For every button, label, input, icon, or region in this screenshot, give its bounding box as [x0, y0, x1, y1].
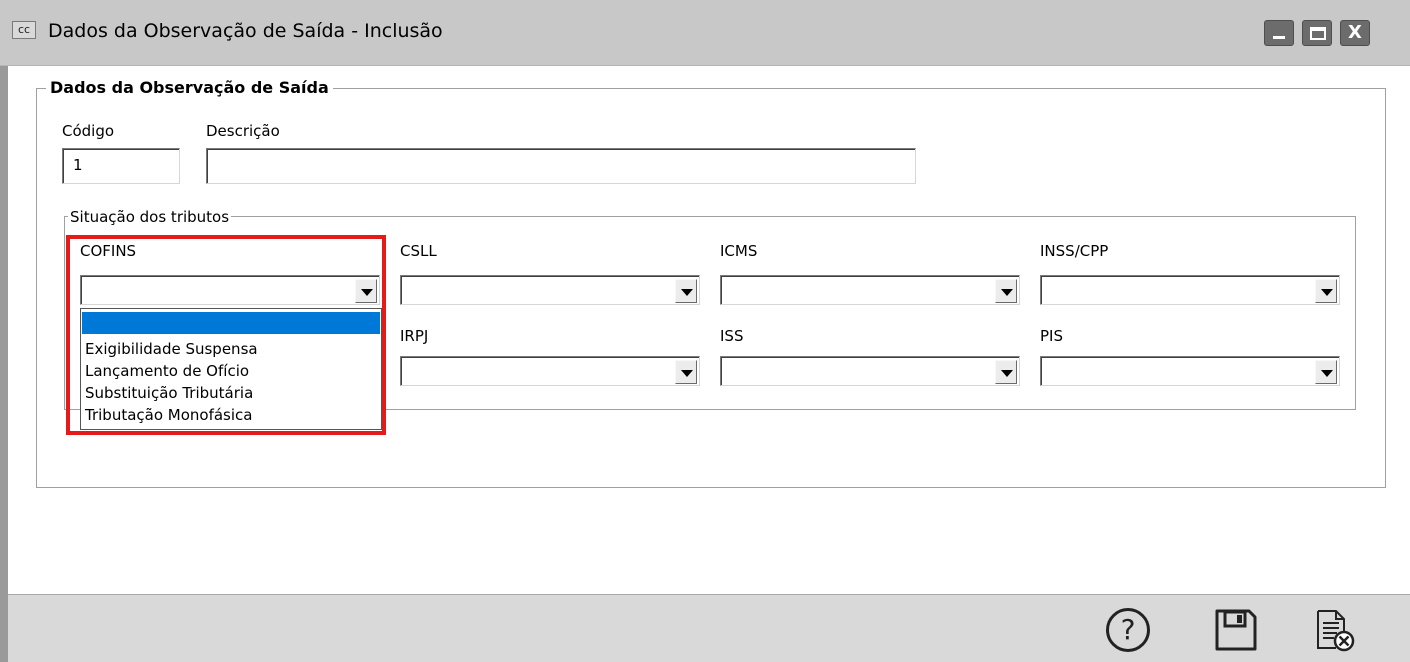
pis-dropdown-button[interactable] — [1315, 360, 1337, 384]
window-title: Dados da Observação de Saída - Inclusão — [48, 20, 443, 42]
tributos-group-title: Situação dos tributos — [68, 208, 232, 226]
app-icon: cc — [12, 21, 36, 39]
icms-dropdown-button[interactable] — [995, 279, 1017, 303]
bottom-toolbar — [8, 594, 1410, 662]
csll-dropdown-button[interactable] — [675, 279, 697, 303]
irpj-select[interactable] — [400, 356, 700, 386]
irpj-label: IRPJ — [400, 327, 429, 345]
window-left-border — [0, 66, 8, 662]
cancel-document-icon-graphic — [1317, 610, 1355, 652]
close-button[interactable]: X — [1340, 20, 1370, 46]
descricao-label: Descrição — [206, 122, 280, 140]
chevron-down-icon — [681, 289, 693, 296]
icms-select[interactable] — [720, 275, 1020, 305]
inss-cpp-select[interactable] — [1040, 275, 1340, 305]
iss-label: ISS — [720, 327, 744, 345]
codigo-label: Código — [62, 122, 115, 140]
inss-cpp-dropdown-button[interactable] — [1315, 279, 1337, 303]
csll-label: CSLL — [400, 242, 437, 260]
descricao-input[interactable] — [206, 148, 916, 184]
save-icon-graphic — [1215, 609, 1257, 651]
observacao-group-title: Dados da Observação de Saída — [46, 78, 333, 97]
icms-label: ICMS — [720, 242, 758, 260]
help-icon[interactable]: ? — [1106, 608, 1150, 652]
iss-dropdown-button[interactable] — [995, 360, 1017, 384]
chevron-down-icon — [681, 370, 693, 377]
cancel-document-icon[interactable] — [1312, 608, 1356, 652]
iss-select[interactable] — [720, 356, 1020, 386]
inss-cpp-label: INSS/CPP — [1040, 242, 1109, 260]
dialog-window: cc Dados da Observação de Saída - Inclus… — [0, 0, 1410, 662]
pis-select[interactable] — [1040, 356, 1340, 386]
csll-select[interactable] — [400, 275, 700, 305]
title-bar[interactable]: cc Dados da Observação de Saída - Inclus… — [0, 0, 1410, 66]
minimize-button[interactable] — [1264, 20, 1294, 46]
pis-label: PIS — [1040, 327, 1063, 345]
codigo-input[interactable]: 1 — [62, 148, 180, 184]
minimize-icon — [1273, 36, 1285, 39]
irpj-dropdown-button[interactable] — [675, 360, 697, 384]
save-icon[interactable] — [1214, 608, 1258, 652]
chevron-down-icon — [1001, 370, 1013, 377]
maximize-button[interactable] — [1302, 20, 1332, 46]
highlight-annotation — [66, 235, 386, 435]
chevron-down-icon — [1321, 289, 1333, 296]
chevron-down-icon — [1001, 289, 1013, 296]
chevron-down-icon — [1321, 370, 1333, 377]
close-icon: X — [1348, 22, 1362, 43]
maximize-icon — [1310, 27, 1326, 40]
